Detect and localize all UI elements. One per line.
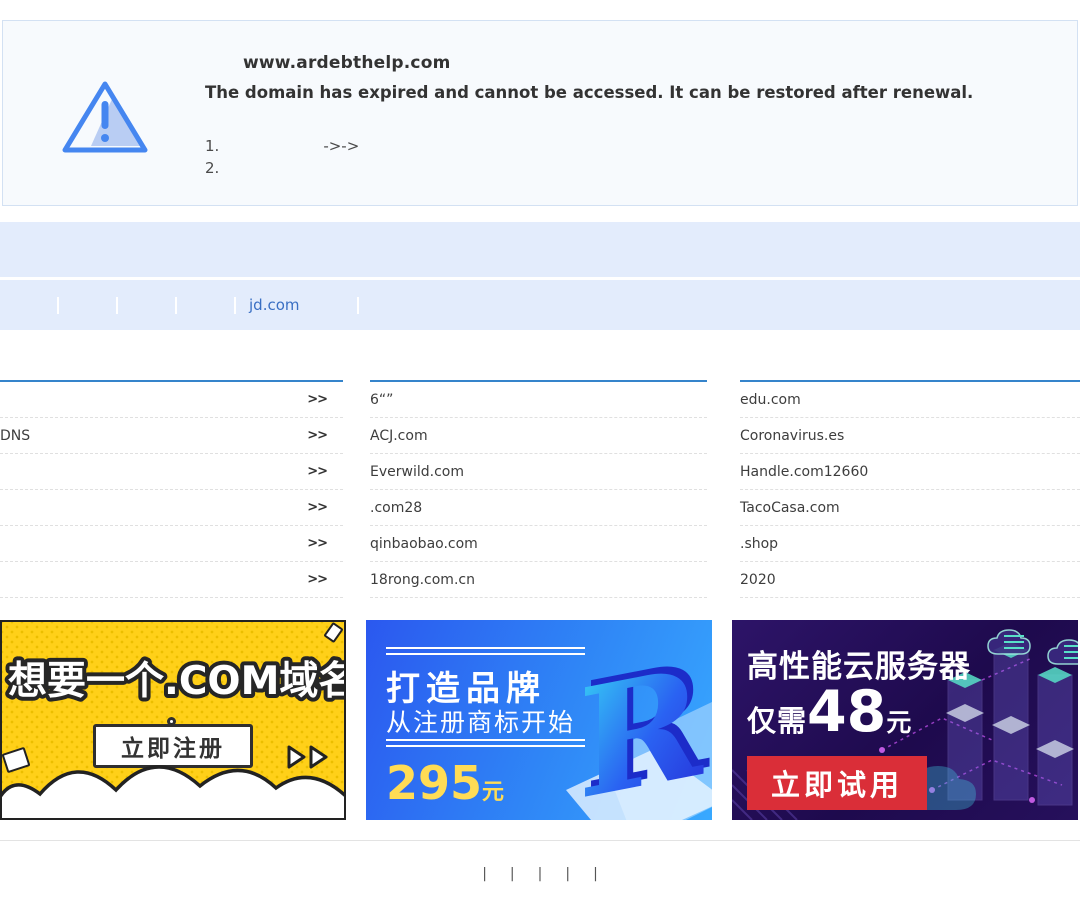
price-amount: 295 xyxy=(386,756,482,810)
cloud-border-decoration xyxy=(0,762,346,820)
list-item[interactable]: >> xyxy=(0,526,343,562)
ad-banner-com-domain[interactable]: 想要一个.COM域名 立即注册 xyxy=(0,620,346,820)
ad-banner-row: 想要一个.COM域名 立即注册 xyxy=(0,620,1080,820)
list-item[interactable]: 2020 xyxy=(740,562,1080,598)
renewal-step-1: 1. ->-> xyxy=(205,135,1077,157)
list-item[interactable]: >> xyxy=(0,382,343,418)
domain-link: 18rong.com.cn xyxy=(370,572,475,588)
list-item[interactable]: DNS >> xyxy=(0,418,343,454)
double-arrow-icon: >> xyxy=(307,464,343,479)
renewal-steps: 1. ->-> 2. xyxy=(205,135,1077,179)
double-line-decoration xyxy=(386,739,585,747)
double-arrow-icon: >> xyxy=(307,392,343,407)
footer-separator: | xyxy=(565,866,570,882)
footer-links: | | | | | xyxy=(0,866,1080,882)
list-item[interactable]: .com28 xyxy=(370,490,707,526)
list-item-label: DNS xyxy=(0,428,30,444)
double-arrow-icon: >> xyxy=(307,572,343,587)
banner-headline: 想要一个.COM域名 xyxy=(4,648,346,716)
domain-list-column: 6“” ACJ.com Everwild.com .com28 qinbaoba… xyxy=(370,380,707,598)
domain-link: Coronavirus.es xyxy=(740,428,844,444)
domain-link: 2020 xyxy=(740,572,776,588)
double-arrow-icon: >> xyxy=(307,428,343,443)
double-line-decoration xyxy=(386,647,585,655)
domain-link: 6“” xyxy=(370,392,393,408)
step-number: 1. xyxy=(205,135,219,157)
ad-banner-trademark[interactable]: R R 打造品牌 从注册商标开始 295元 xyxy=(366,620,712,820)
jd-com-link[interactable]: jd.com xyxy=(249,296,300,314)
domain-link: .com28 xyxy=(370,500,422,516)
nav-item-4[interactable] xyxy=(177,280,234,330)
domain-list-column: edu.com Coronavirus.es Handle.com12660 T… xyxy=(740,380,1080,598)
price-amount: 48 xyxy=(807,684,886,741)
list-item[interactable]: TacoCasa.com xyxy=(740,490,1080,526)
list-item[interactable]: edu.com xyxy=(740,382,1080,418)
footer-separator: | xyxy=(482,866,487,882)
double-arrow-icon: >> xyxy=(307,536,343,551)
list-item[interactable]: Everwild.com xyxy=(370,454,707,490)
nav-item-jd[interactable]: jd.com xyxy=(236,280,357,330)
price-prefix: 仅需 xyxy=(747,698,807,740)
step-number: 2. xyxy=(205,157,219,179)
footer-divider xyxy=(0,840,1080,841)
nav-item-1[interactable] xyxy=(0,280,57,330)
nav-item-6[interactable] xyxy=(359,280,1080,330)
price-unit: 元 xyxy=(482,780,504,805)
domain-link: ACJ.com xyxy=(370,428,428,444)
price-tag: 仅需48元 xyxy=(747,684,911,741)
price-tag: 295元 xyxy=(386,756,504,810)
domain-link: Everwild.com xyxy=(370,464,464,480)
footer-separator: | xyxy=(538,866,543,882)
list-item[interactable]: .shop xyxy=(740,526,1080,562)
domain-link: qinbaobao.com xyxy=(370,536,478,552)
banner-subtitle: 从注册商标开始 xyxy=(386,703,575,739)
domain-link: Handle.com12660 xyxy=(740,464,868,480)
domain-link: .shop xyxy=(740,536,778,552)
domain-link: edu.com xyxy=(740,392,801,408)
step-text: ->-> xyxy=(323,135,359,157)
paper-scrap-decoration xyxy=(323,622,343,643)
list-item[interactable]: 18rong.com.cn xyxy=(370,562,707,598)
list-item[interactable]: >> xyxy=(0,562,343,598)
try-now-button[interactable]: 立即试用 xyxy=(747,756,927,810)
service-list-column: >> DNS >> >> >> >> >> xyxy=(0,380,343,598)
header-band xyxy=(0,222,1080,277)
nav-item-3[interactable] xyxy=(118,280,175,330)
warning-triangle-icon xyxy=(60,77,150,161)
list-item[interactable]: >> xyxy=(0,490,343,526)
domain-expired-notice: www.ardebthelp.com The domain has expire… xyxy=(2,20,1078,206)
expired-domain-name: www.ardebthelp.com xyxy=(205,53,1077,73)
renewal-step-2: 2. xyxy=(205,157,1077,179)
price-unit: 元 xyxy=(886,703,911,739)
footer-separator: | xyxy=(510,866,515,882)
list-item[interactable]: Coronavirus.es xyxy=(740,418,1080,454)
nav-item-2[interactable] xyxy=(59,280,116,330)
nav-band: jd.com xyxy=(0,280,1080,330)
double-arrow-icon: >> xyxy=(307,500,343,515)
domain-link: TacoCasa.com xyxy=(740,500,840,516)
svg-text:想要一个.COM域名: 想要一个.COM域名 xyxy=(8,659,346,704)
list-item[interactable]: >> xyxy=(0,454,343,490)
domain-lists: >> DNS >> >> >> >> >> 6“” ACJ.com Everwil… xyxy=(0,380,1080,600)
list-item[interactable]: 6“” xyxy=(370,382,707,418)
svg-text:R: R xyxy=(578,633,704,820)
ad-banner-cloud-server[interactable]: 高性能云服务器 仅需48元 立即试用 xyxy=(732,620,1078,820)
list-item[interactable]: Handle.com12660 xyxy=(740,454,1080,490)
list-item[interactable]: qinbaobao.com xyxy=(370,526,707,562)
expired-message: The domain has expired and cannot be acc… xyxy=(205,83,1077,102)
list-item[interactable]: ACJ.com xyxy=(370,418,707,454)
footer-separator: | xyxy=(593,866,598,882)
